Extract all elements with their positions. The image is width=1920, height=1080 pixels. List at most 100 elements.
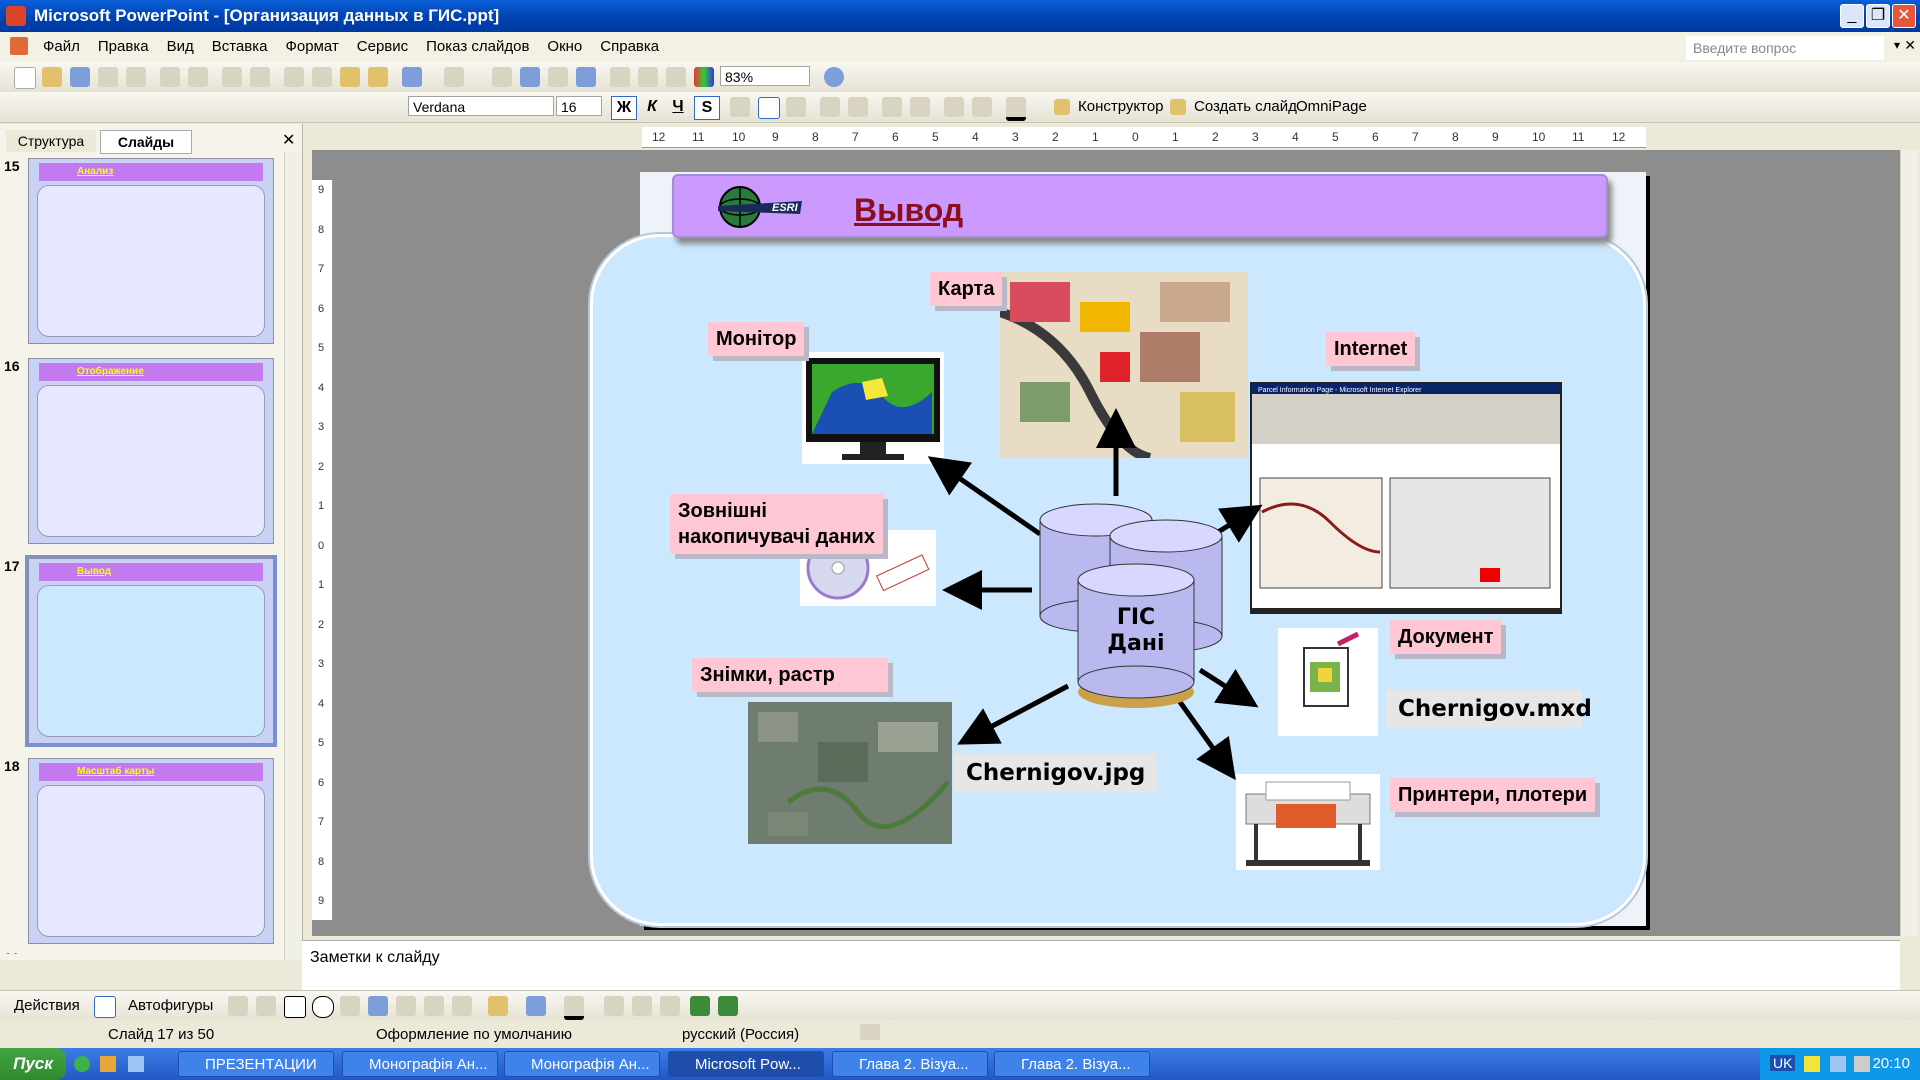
font-select[interactable]: Verdana bbox=[408, 96, 554, 116]
label-external-storage[interactable]: Зовнішні накопичувачі даних bbox=[670, 494, 883, 554]
picture-icon[interactable] bbox=[452, 996, 472, 1016]
tables-borders-icon[interactable] bbox=[548, 67, 568, 87]
increase-font-icon[interactable] bbox=[882, 97, 902, 117]
speaker-icon[interactable] bbox=[1854, 1056, 1870, 1072]
menu-window[interactable]: Окно bbox=[538, 32, 591, 61]
fill-color-icon[interactable] bbox=[488, 996, 508, 1016]
italic-button[interactable]: К bbox=[640, 96, 664, 118]
bold-button[interactable]: Ж bbox=[611, 96, 637, 120]
app-icon[interactable] bbox=[6, 6, 26, 26]
language-indicator[interactable]: UK bbox=[1770, 1055, 1796, 1071]
label-monitor[interactable]: Монітор bbox=[708, 322, 805, 356]
zoom-select[interactable]: 83% bbox=[720, 66, 810, 86]
quicklaunch-icon[interactable] bbox=[100, 1056, 116, 1072]
font-size-select[interactable]: 16 bbox=[556, 96, 602, 116]
new-slide-icon[interactable] bbox=[1170, 99, 1186, 115]
align-left-icon[interactable] bbox=[730, 97, 750, 117]
research-icon[interactable] bbox=[250, 67, 270, 87]
quicklaunch-icon[interactable] bbox=[128, 1056, 144, 1072]
chart-icon[interactable] bbox=[492, 67, 512, 87]
menu-insert[interactable]: Вставка bbox=[203, 32, 277, 61]
show-formatting-icon[interactable] bbox=[638, 67, 658, 87]
menu-slideshow[interactable]: Показ слайдов bbox=[417, 32, 538, 61]
copy-icon[interactable] bbox=[312, 67, 332, 87]
preview-icon[interactable] bbox=[188, 67, 208, 87]
taskbar-button[interactable]: Глава 2. Візуа... bbox=[994, 1051, 1150, 1077]
dash-style-icon[interactable] bbox=[632, 996, 652, 1016]
close-button[interactable]: ✕ bbox=[1892, 4, 1916, 28]
undo-icon[interactable] bbox=[402, 67, 422, 87]
filename-mxd[interactable]: Chernigov.mxd bbox=[1386, 690, 1592, 728]
3d-style-icon[interactable] bbox=[718, 996, 738, 1016]
increase-indent-icon[interactable] bbox=[972, 97, 992, 117]
font-color-draw-icon[interactable] bbox=[564, 996, 584, 1020]
table-icon[interactable] bbox=[520, 67, 540, 87]
taskbar-button[interactable]: Глава 2. Візуа... bbox=[832, 1051, 988, 1077]
slide-canvas[interactable]: ESRI Вывод Parcel Information Page - Mic… bbox=[590, 172, 1646, 926]
color-grayscale-icon[interactable] bbox=[694, 67, 714, 87]
taskbar-button[interactable]: ПРЕЗЕНТАЦИИ bbox=[178, 1051, 334, 1077]
label-document[interactable]: Документ bbox=[1390, 620, 1502, 654]
new-slide-button[interactable]: Создать слайд bbox=[1194, 98, 1297, 115]
diagram-icon[interactable] bbox=[396, 996, 416, 1016]
align-center-icon[interactable] bbox=[758, 97, 780, 119]
doc-icon[interactable] bbox=[10, 37, 28, 55]
arrow-icon[interactable] bbox=[256, 996, 276, 1016]
menu-edit[interactable]: Правка bbox=[89, 32, 158, 61]
slide-thumbnail-16[interactable]: Отображение bbox=[28, 358, 274, 544]
designer-button[interactable]: Конструктор bbox=[1078, 98, 1164, 115]
label-map[interactable]: Карта bbox=[930, 272, 1003, 306]
menu-tools[interactable]: Сервис bbox=[348, 32, 417, 61]
autoshapes-menu[interactable]: Автофигуры bbox=[128, 997, 213, 1014]
grid-icon[interactable] bbox=[666, 67, 686, 87]
taskbar-button[interactable]: Монографія Ан... bbox=[342, 1051, 498, 1077]
tab-slides[interactable]: Слайды bbox=[100, 130, 192, 154]
quicklaunch-icon[interactable] bbox=[74, 1056, 90, 1072]
start-button[interactable]: Пуск bbox=[0, 1048, 66, 1080]
select-pointer-icon[interactable] bbox=[94, 996, 116, 1018]
wordart-icon[interactable] bbox=[368, 996, 388, 1016]
network-icon[interactable] bbox=[1830, 1056, 1846, 1072]
save-icon[interactable] bbox=[70, 67, 90, 87]
decrease-indent-icon[interactable] bbox=[944, 97, 964, 117]
arrow-style-icon[interactable] bbox=[660, 996, 680, 1016]
close-panel-icon[interactable]: ✕ bbox=[282, 130, 295, 150]
omnipage-button[interactable]: OmniPage bbox=[1296, 98, 1367, 115]
line-color-icon[interactable] bbox=[526, 996, 546, 1016]
menu-view[interactable]: Вид bbox=[158, 32, 203, 61]
shadow-style-icon[interactable] bbox=[690, 996, 710, 1016]
close-doc-icon[interactable]: ✕ bbox=[1904, 37, 1916, 54]
font-color-icon[interactable] bbox=[1006, 97, 1026, 121]
decrease-font-icon[interactable] bbox=[910, 97, 930, 117]
label-internet[interactable]: Internet bbox=[1326, 332, 1416, 366]
format-painter-icon[interactable] bbox=[368, 67, 388, 87]
tab-outline[interactable]: Структура bbox=[6, 130, 96, 152]
menu-file[interactable]: Файл bbox=[34, 32, 89, 61]
print-icon[interactable] bbox=[160, 67, 180, 87]
paste-icon[interactable] bbox=[340, 67, 360, 87]
ask-question-input[interactable]: Введите вопрос bbox=[1686, 36, 1884, 60]
clipart-icon[interactable] bbox=[424, 996, 444, 1016]
chevron-down-icon[interactable]: ▾ bbox=[1894, 38, 1900, 52]
redo-icon[interactable] bbox=[444, 67, 464, 87]
numbering-icon[interactable] bbox=[820, 97, 840, 117]
line-style-icon[interactable] bbox=[604, 996, 624, 1016]
line-icon[interactable] bbox=[228, 996, 248, 1016]
filename-jpg[interactable]: Chernigov.jpg bbox=[954, 754, 1158, 792]
rectangle-icon[interactable] bbox=[284, 996, 306, 1018]
notes-pane[interactable]: Заметки к слайду bbox=[302, 940, 1900, 991]
bullets-icon[interactable] bbox=[848, 97, 868, 117]
taskbar-button-active[interactable]: Microsoft Pow... bbox=[668, 1051, 824, 1077]
stage-scrollbar[interactable] bbox=[1900, 150, 1918, 936]
email-icon[interactable] bbox=[126, 67, 146, 87]
underline-button[interactable]: Ч bbox=[666, 96, 690, 118]
cut-icon[interactable] bbox=[284, 67, 304, 87]
designer-icon[interactable] bbox=[1054, 99, 1070, 115]
slide-title[interactable]: Вывод bbox=[854, 192, 963, 229]
slide-thumbnail-18[interactable]: Масштаб карты bbox=[28, 758, 274, 944]
thumbs-scrollbar[interactable] bbox=[284, 152, 302, 960]
actions-menu[interactable]: Действия bbox=[14, 997, 80, 1014]
taskbar-button[interactable]: Монографія Ан... bbox=[504, 1051, 660, 1077]
open-icon[interactable] bbox=[42, 67, 62, 87]
minimize-button[interactable]: _ bbox=[1840, 4, 1864, 28]
